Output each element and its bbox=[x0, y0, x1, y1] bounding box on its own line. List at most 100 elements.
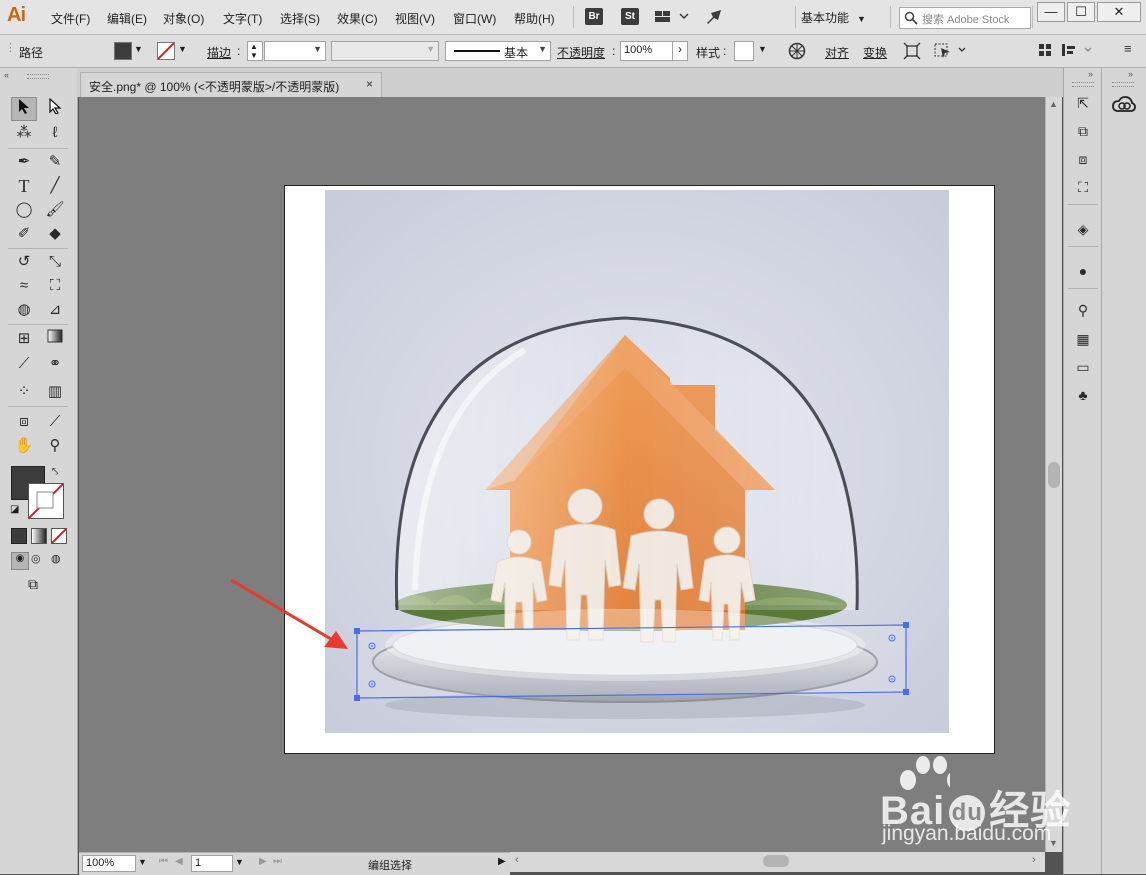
menu-view[interactable]: 视图(V) bbox=[395, 10, 435, 27]
vertical-scroll-thumb[interactable] bbox=[1048, 462, 1060, 488]
recolor-artwork-icon[interactable] bbox=[788, 42, 806, 60]
stroke-color-box[interactable] bbox=[28, 483, 64, 519]
none-mode-icon[interactable] bbox=[51, 528, 67, 544]
grip-handle[interactable]: ⋮ bbox=[5, 41, 16, 54]
perspective-grid-tool-icon[interactable]: ⊿ bbox=[43, 299, 67, 321]
align-link[interactable]: 对齐 bbox=[825, 44, 849, 61]
scroll-left-icon[interactable]: ‹ bbox=[515, 854, 519, 866]
brushes-icon[interactable]: ⚲ bbox=[1071, 299, 1095, 321]
menu-select[interactable]: 选择(S) bbox=[280, 10, 320, 27]
eyedropper-tool-icon[interactable]: ⟋ bbox=[12, 353, 36, 375]
hand-tool-icon[interactable]: ✋ bbox=[12, 435, 36, 457]
lasso-tool-icon[interactable]: ℓ bbox=[43, 122, 67, 144]
column-graph-tool-icon[interactable]: ▥ bbox=[43, 381, 67, 403]
chevron-down-icon[interactable]: ▼ bbox=[178, 44, 187, 54]
workspace-switcher[interactable]: 基本功能 ▼ bbox=[801, 9, 866, 26]
opacity-label[interactable]: 不透明度 bbox=[557, 44, 605, 61]
horizontal-scrollbar[interactable]: ‹ › bbox=[510, 852, 1045, 872]
gradient-mode-icon[interactable] bbox=[31, 528, 47, 544]
collapse-panel-icon[interactable]: « bbox=[4, 70, 9, 80]
line-segment-tool-icon[interactable]: ╱ bbox=[43, 175, 67, 197]
menu-edit[interactable]: 编辑(E) bbox=[107, 10, 147, 27]
draw-inside-icon[interactable]: ◍ bbox=[51, 552, 61, 565]
minimize-button[interactable]: — bbox=[1037, 2, 1065, 22]
close-window-button[interactable]: ✕ bbox=[1097, 2, 1141, 22]
artboard-number-input[interactable]: 1 bbox=[191, 855, 233, 872]
menu-effect[interactable]: 效果(C) bbox=[337, 10, 378, 27]
magic-wand-tool-icon[interactable]: ⁂ bbox=[12, 122, 36, 144]
gradient-panel-icon[interactable]: ▭ bbox=[1071, 356, 1095, 378]
document-tab[interactable]: 安全.png* @ 100% (<不透明蒙版>/不透明蒙版) × bbox=[80, 72, 382, 98]
collapse-panel-icon[interactable]: » bbox=[1128, 69, 1133, 79]
scale-tool-icon[interactable]: ⤡ bbox=[43, 251, 67, 273]
mask-options-icon[interactable] bbox=[933, 42, 967, 60]
stroke-swatch[interactable] bbox=[157, 42, 175, 60]
slice-tool-icon[interactable]: ⟋ bbox=[43, 411, 67, 433]
default-colors-icon[interactable]: ◪ bbox=[10, 504, 19, 515]
vertical-scrollbar[interactable]: ▲ ▼ bbox=[1045, 97, 1062, 852]
bridge-icon[interactable]: Br bbox=[585, 8, 603, 25]
chevron-down-icon[interactable]: ▼ bbox=[138, 857, 147, 867]
menu-help[interactable]: 帮助(H) bbox=[514, 10, 555, 27]
ellipse-tool-icon[interactable]: ◯ bbox=[12, 199, 36, 221]
type-tool-icon[interactable]: T bbox=[12, 175, 36, 197]
grip-handle[interactable] bbox=[1112, 82, 1134, 87]
artboard-tool-icon[interactable]: ⧈ bbox=[12, 411, 36, 433]
curvature-tool-icon[interactable]: ✎ bbox=[43, 151, 67, 173]
transform-link[interactable]: 变换 bbox=[863, 44, 887, 61]
screen-mode-icon[interactable]: ⧉ bbox=[28, 576, 38, 593]
stroke-label[interactable]: 描边 bbox=[207, 44, 231, 61]
last-artboard-icon[interactable]: ⏭ bbox=[273, 856, 282, 867]
collapse-panel-icon[interactable]: » bbox=[1088, 69, 1093, 79]
opacity-input[interactable]: 100% bbox=[620, 41, 674, 61]
close-tab-icon[interactable]: × bbox=[366, 77, 373, 91]
menu-icon[interactable]: ≡ bbox=[1124, 41, 1132, 56]
zoom-tool-icon[interactable]: ⚲ bbox=[43, 435, 67, 457]
swap-fill-stroke-icon[interactable]: ⤣ bbox=[52, 466, 58, 479]
blend-tool-icon[interactable]: ⚭ bbox=[43, 353, 67, 375]
arrange-documents-icon[interactable] bbox=[654, 9, 690, 25]
maximize-button[interactable]: ☐ bbox=[1067, 2, 1095, 22]
status-menu-icon[interactable]: ▶ bbox=[498, 856, 506, 867]
panel-options-icon[interactable] bbox=[1061, 42, 1097, 58]
free-transform-tool-icon[interactable]: ⛶ bbox=[43, 275, 67, 297]
grid-arrange-icon[interactable] bbox=[1038, 43, 1052, 57]
shaper-tool-icon[interactable]: ✐ bbox=[12, 223, 36, 245]
grip-handle[interactable] bbox=[1072, 82, 1094, 87]
selection-tool-icon[interactable] bbox=[11, 97, 37, 121]
menu-type[interactable]: 文字(T) bbox=[223, 10, 262, 27]
appearance-icon[interactable]: ● bbox=[1071, 260, 1095, 282]
horizontal-scroll-thumb[interactable] bbox=[763, 855, 789, 867]
menu-file[interactable]: 文件(F) bbox=[51, 10, 90, 27]
artboards-icon[interactable]: ⧉ bbox=[1071, 120, 1095, 142]
gpu-performance-icon[interactable] bbox=[704, 7, 724, 27]
symbol-sprayer-tool-icon[interactable]: ⁘ bbox=[12, 381, 36, 403]
variable-width-profile[interactable]: ▼ bbox=[331, 41, 439, 61]
mesh-tool-icon[interactable]: ⊞ bbox=[12, 328, 36, 350]
chevron-down-icon[interactable]: ▼ bbox=[134, 44, 143, 54]
stroke-weight-input[interactable]: ▼ bbox=[264, 41, 326, 61]
stock-icon[interactable]: St bbox=[621, 8, 639, 25]
shape-builder-tool-icon[interactable]: ◍ bbox=[12, 299, 36, 321]
swatches-icon[interactable]: ▦ bbox=[1071, 328, 1095, 350]
paintbrush-tool-icon[interactable]: 🖌 bbox=[43, 199, 67, 221]
first-artboard-icon[interactable]: ⏮ bbox=[159, 856, 168, 867]
menu-window[interactable]: 窗口(W) bbox=[453, 10, 496, 27]
eraser-tool-icon[interactable]: ◆ bbox=[43, 223, 67, 245]
previous-artboard-icon[interactable]: ◀ bbox=[175, 856, 183, 867]
width-tool-icon[interactable]: ≈ bbox=[12, 275, 36, 297]
chevron-down-icon[interactable]: ▼ bbox=[758, 44, 767, 54]
menu-object[interactable]: 对象(O) bbox=[163, 10, 204, 27]
graphic-style-swatch[interactable] bbox=[734, 41, 754, 61]
color-mode-icon[interactable] bbox=[11, 528, 27, 544]
stock-search-input[interactable]: 搜索 Adobe Stock bbox=[899, 7, 1031, 29]
draw-behind-icon[interactable]: ◎ bbox=[31, 552, 41, 565]
direct-selection-tool-icon[interactable] bbox=[43, 97, 67, 120]
asset-export-icon[interactable]: ⧈ bbox=[1071, 148, 1095, 170]
rotate-tool-icon[interactable]: ↺ bbox=[12, 251, 36, 273]
opacity-more-button[interactable]: › bbox=[672, 41, 688, 61]
zoom-input[interactable]: 100% bbox=[82, 855, 136, 872]
transform-panel-icon[interactable]: ⛶ bbox=[1071, 176, 1095, 198]
stroke-weight-stepper[interactable]: ▲ ▼ bbox=[247, 41, 263, 61]
export-icon[interactable]: ⇱ bbox=[1071, 92, 1095, 114]
